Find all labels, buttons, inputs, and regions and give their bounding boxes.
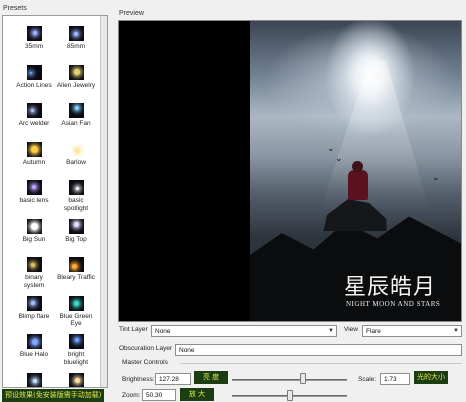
preset-item[interactable]: 85mm [57,24,95,63]
presets-scrollbar[interactable] [100,16,107,387]
obscuration-layer-select[interactable]: None [175,344,462,356]
preset-label: binary system [23,274,45,289]
preset-label: basic lens [19,197,49,204]
preset-item[interactable]: Blue Halo [15,332,53,371]
autumn-flare-icon [26,141,42,157]
preset-item[interactable]: Blimp flare [15,294,53,333]
lens-flare-icon [26,26,42,41]
halo-flare-icon [26,334,42,349]
bright-eye-icon [26,372,42,387]
action-lines-icon [26,64,42,80]
bird-icon: ⌄ [432,172,440,182]
preset-item[interactable]: basic spotlight [57,178,95,217]
preset-item[interactable]: 35mm [15,24,53,63]
preset-item[interactable]: Blue Green Eye [57,294,95,333]
big-top-icon [68,218,84,234]
preset-label: Bleary Traffic [57,274,95,281]
tint-layer-label: Tint Layer [119,326,148,333]
preset-label: 35mm [24,43,44,50]
preset-item[interactable]: Bright [57,371,95,387]
preset-label: basic spotlight [63,197,89,212]
preset-label: Blue Green Eye [59,312,93,328]
preset-label: Alien Jewelry [56,81,96,89]
preview-image: ⌄ ⌄ ⌄ 星辰皓月 NIGHT MOON AND STARS [250,21,461,321]
scale-input[interactable]: 1.73 [380,373,410,385]
preset-item[interactable]: Bright Eye [15,371,53,387]
preset-label: Arc welder [18,120,50,127]
obscuration-layer-label: Obscuration Layer [119,345,173,352]
bright-flare-icon [68,372,84,387]
zoom-input[interactable]: 50.30 [142,389,176,401]
master-controls-label: Master Controls [122,359,168,366]
preset-label: Blue Halo [19,351,49,358]
traffic-flare-icon [68,257,84,272]
brightness-slider-track[interactable] [232,379,347,381]
preset-item[interactable]: Arc welder [15,101,53,140]
brightness-label: Brightness: [122,376,155,383]
view-select[interactable]: Flare ▼ [362,325,462,337]
view-value: Flare [366,328,381,335]
obscuration-layer-value: None [179,347,195,354]
preset-item[interactable]: bright bluelight [57,332,95,371]
preset-label: Asian Fan [61,120,91,127]
preset-item[interactable]: Alien Jewelry [57,63,95,102]
tint-layer-select[interactable]: None ▼ [151,325,337,337]
master-controls-divider [180,363,462,364]
preset-item[interactable]: Bleary Traffic [57,255,95,294]
zoom-slider-thumb[interactable] [286,390,293,401]
view-label: View [344,326,358,333]
brightness-input[interactable]: 127.28 [155,373,191,385]
binary-system-icon [26,257,42,272]
chevron-down-icon: ▼ [328,328,334,334]
presets-list[interactable]: 35mm 85mm Action Lines Alien Jewelry Arc wel… [2,15,108,388]
bluelight-flare-icon [68,334,84,349]
brightness-annotation: 亮 度 [194,371,228,384]
preset-item[interactable]: Big Top [57,217,95,256]
preset-label: Blimp flare [18,312,50,320]
arc-welder-icon [26,103,42,118]
preset-label: bright bluelight [63,351,89,366]
preset-item[interactable]: Barlow [57,140,95,179]
chevron-down-icon: ▼ [453,328,459,334]
image-title-en: NIGHT MOON AND STARS [346,300,441,308]
preview-canvas[interactable]: ⌄ ⌄ ⌄ 星辰皓月 NIGHT MOON AND STARS [118,20,462,322]
bird-icon: ⌄ [327,143,335,153]
preset-label: 85mm [66,43,86,50]
spotlight-icon [68,180,84,195]
preset-label: Barlow [66,158,86,166]
scale-annotation: 光的大小 [414,371,448,384]
seated-figure [347,161,369,201]
preset-label: Action Lines [16,81,52,89]
ring-flare-icon [68,64,84,80]
tint-layer-value: None [155,328,171,335]
lens-flare-icon [68,26,84,41]
eye-flare-icon [68,295,84,311]
presets-annotation: 预设效果(免安装版需手动加载) [2,389,105,402]
bird-icon: ⌄ [335,153,343,163]
preset-item[interactable]: Action Lines [15,63,53,102]
big-sun-icon [26,218,42,234]
image-title-cn: 星辰皓月 [344,275,437,300]
preview-panel-title: Preview [119,10,144,17]
preset-label: Big Sun [22,235,46,243]
brightness-slider-thumb[interactable] [300,373,307,384]
preset-item[interactable]: Autumn [15,140,53,179]
preset-item[interactable]: basic lens [15,178,53,217]
basic-lens-icon [26,180,42,195]
preset-label: Big Top [65,235,87,243]
fan-flare-icon [68,103,84,118]
zoom-label: Zoom: [122,392,141,399]
light-rays [320,61,430,211]
scale-label: Scale: [358,376,377,383]
preset-label: Autumn [22,158,46,166]
zoom-annotation: 放 大 [180,388,214,401]
blimp-flare-icon [26,295,42,311]
preset-item[interactable]: binary system [15,255,53,294]
barlow-flare-icon [68,141,84,157]
preset-item[interactable]: Big Sun [15,217,53,256]
presets-panel-title: Presets [3,5,27,12]
preset-item[interactable]: Asian Fan [57,101,95,140]
